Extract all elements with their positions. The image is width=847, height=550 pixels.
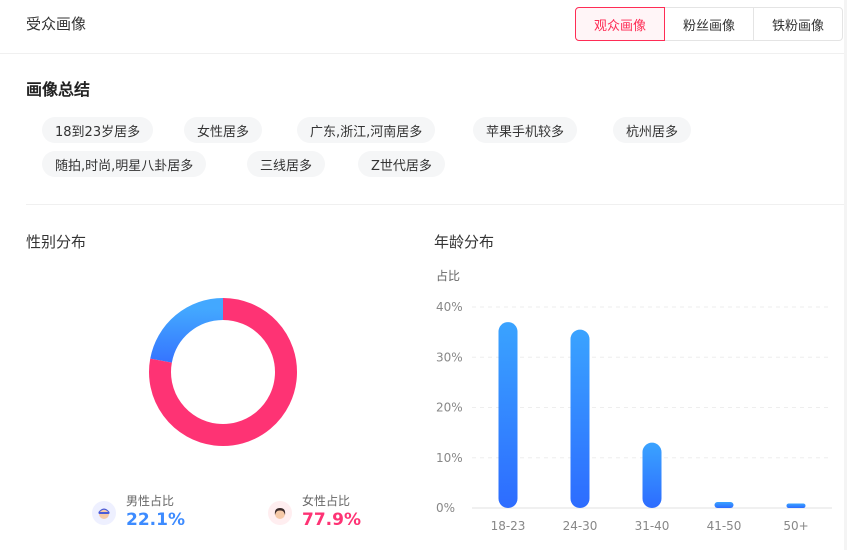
y-tick-label: 40%: [436, 300, 463, 314]
summary-tag: 18到23岁居多: [42, 117, 154, 143]
y-tick-label: 0%: [436, 501, 455, 515]
bar-18-23[interactable]: [498, 322, 518, 508]
summary-title: 画像总结: [26, 80, 91, 99]
summary-tag: 苹果手机较多: [473, 117, 578, 143]
legend-male: 男性占比 22.1%: [92, 494, 185, 531]
gender-title: 性别分布: [26, 233, 87, 251]
x-tick-label: 31-40: [635, 519, 670, 533]
donut-slice-male[interactable]: [150, 298, 224, 364]
age-title: 年龄分布: [434, 233, 495, 251]
tab-fan-portrait[interactable]: 粉丝画像: [664, 7, 754, 41]
header: 受众画像 观众画像 粉丝画像 铁粉画像: [0, 0, 847, 54]
legend-female: 女性占比 77.9%: [268, 494, 361, 531]
y-tick-label: 10%: [436, 451, 463, 465]
male-avatar-icon: [92, 500, 116, 525]
page-title: 受众画像: [26, 15, 87, 33]
female-avatar-icon: [268, 500, 292, 525]
x-tick-label: 24-30: [563, 519, 598, 533]
tab-viewer-portrait[interactable]: 观众画像: [575, 7, 665, 41]
female-percentage: 77.9%: [302, 510, 361, 530]
bar-24-30[interactable]: [570, 329, 590, 508]
female-label: 女性占比: [302, 494, 351, 508]
summary-tag: 女性居多: [184, 117, 263, 143]
gender-donut-chart: [149, 298, 297, 446]
y-tick-label: 20%: [436, 401, 463, 415]
summary-tag: 杭州居多: [613, 117, 692, 143]
age-bar-chart: 占比 0% 10% 20% 30% 40% 18-23 24-30 31-40 41-50 50+: [436, 268, 832, 533]
x-tick-label: 18-23: [491, 519, 526, 533]
summary-tag: 随拍,时尚,明星八卦居多: [42, 151, 207, 177]
y-axis-label: 占比: [436, 268, 460, 283]
summary-tag: 广东,浙江,河南居多: [297, 117, 436, 143]
bar-41-50[interactable]: [714, 501, 734, 508]
bar-50+[interactable]: [786, 503, 806, 508]
section-divider: [26, 204, 847, 205]
portrait-tabs: 观众画像 粉丝画像 铁粉画像: [575, 7, 843, 41]
y-tick-label: 30%: [436, 350, 463, 364]
male-label: 男性占比: [126, 494, 175, 508]
x-tick-label: 41-50: [707, 519, 742, 533]
tab-loyal-fan-portrait[interactable]: 铁粉画像: [753, 7, 843, 41]
male-percentage: 22.1%: [126, 510, 185, 530]
summary-tag: Z世代居多: [358, 151, 445, 177]
summary-tag: 三线居多: [247, 151, 326, 177]
x-tick-label: 50+: [783, 519, 808, 533]
bar-31-40[interactable]: [642, 442, 662, 508]
